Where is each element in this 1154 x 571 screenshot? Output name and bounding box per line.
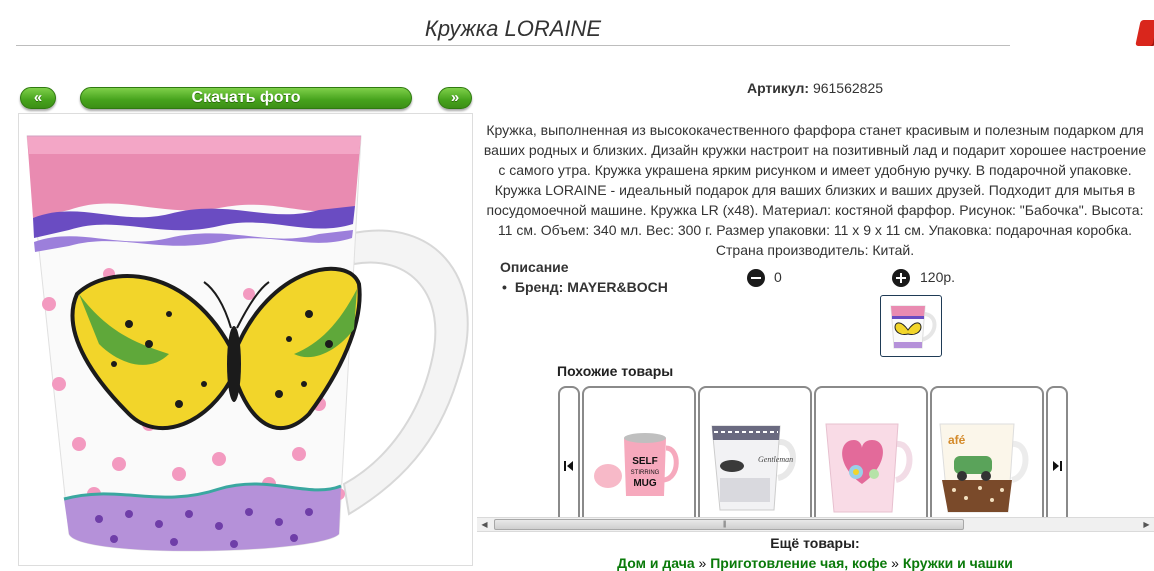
page-title: Кружка LORAINE bbox=[16, 14, 1010, 46]
category-breadcrumb: Дом и дача » Приготовление чая, кофе » К… bbox=[475, 555, 1154, 571]
close-icon[interactable] bbox=[1135, 20, 1154, 46]
scroll-right-icon[interactable]: ▶ bbox=[1139, 518, 1154, 531]
skip-forward-icon bbox=[1053, 461, 1062, 471]
spec-list: Бренд: MAYER&BOCH bbox=[500, 279, 668, 295]
carousel-next-button[interactable] bbox=[1046, 386, 1068, 518]
similar-item-cafe-car-mug[interactable]: afé bbox=[930, 386, 1044, 518]
similar-item-self-stirring-mug[interactable]: SELF STIRRING MUG bbox=[582, 386, 696, 518]
minus-circle-icon[interactable] bbox=[747, 269, 765, 287]
next-photo-button[interactable]: » bbox=[438, 87, 472, 109]
article-line: Артикул: 961562825 bbox=[475, 80, 1154, 96]
prev-photo-button[interactable]: « bbox=[20, 87, 56, 109]
scroll-left-icon[interactable]: ◀ bbox=[477, 518, 492, 531]
carousel-prev-button[interactable] bbox=[558, 386, 580, 518]
similar-products-title: Похожие товары bbox=[557, 363, 674, 379]
crumb-separator: » bbox=[698, 555, 707, 571]
product-photo bbox=[18, 113, 473, 566]
svg-text:Gentleman: Gentleman bbox=[758, 455, 793, 464]
spec-title: Описание bbox=[500, 259, 569, 275]
more-products-title: Ещё товары: bbox=[770, 535, 860, 551]
svg-text:SELF: SELF bbox=[632, 456, 658, 467]
horizontal-scrollbar[interactable]: ◀ ||| ▶ bbox=[477, 517, 1154, 532]
svg-text:STIRRING: STIRRING bbox=[631, 470, 660, 476]
product-thumbnail[interactable] bbox=[880, 295, 942, 357]
svg-text:MUG: MUG bbox=[633, 478, 657, 489]
price: 120р. bbox=[920, 269, 956, 285]
similar-item-heart-flower-mug[interactable] bbox=[814, 386, 928, 518]
quantity-value: 0 bbox=[774, 269, 782, 285]
plus-circle-icon[interactable] bbox=[892, 269, 910, 287]
crumb-tea-coffee[interactable]: Приготовление чая, кофе bbox=[710, 555, 887, 571]
spec-item-brand: Бренд: MAYER&BOCH bbox=[500, 279, 668, 295]
similar-item-gentleman-mug[interactable]: Gentleman bbox=[698, 386, 812, 518]
scrollbar-thumb[interactable]: ||| bbox=[494, 519, 964, 530]
crumb-mugs-cups[interactable]: Кружки и чашки bbox=[903, 555, 1013, 571]
skip-back-icon bbox=[564, 461, 573, 471]
crumb-separator: » bbox=[891, 555, 899, 571]
product-description: Кружка, выполненная из высококачественно… bbox=[483, 122, 1147, 258]
svg-text:afé: afé bbox=[948, 433, 966, 447]
download-photo-button[interactable]: Скачать фото bbox=[80, 87, 412, 109]
article-label: Артикул: bbox=[746, 80, 810, 96]
article-value: 961562825 bbox=[812, 80, 884, 96]
crumb-home-garden[interactable]: Дом и дача bbox=[617, 555, 695, 571]
